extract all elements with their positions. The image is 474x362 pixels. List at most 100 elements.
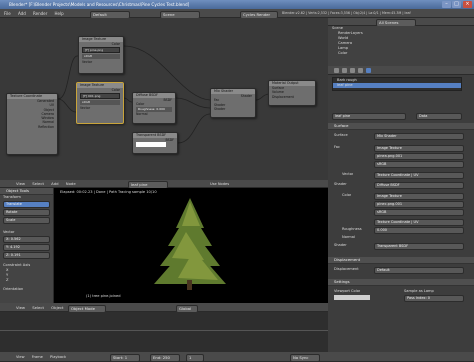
shader-2-select[interactable]: Transparent BSDF	[374, 243, 464, 250]
end-frame-field[interactable]: End: 250	[150, 354, 180, 362]
material-slot-item-selected[interactable]: leaf pine	[333, 83, 461, 88]
rotate-button[interactable]: Rotate	[3, 209, 50, 216]
menu-help[interactable]: Help	[55, 10, 64, 17]
pass-index-field[interactable]: Pass Index: 0	[404, 295, 464, 302]
vector-2-input-select[interactable]: Texture Coordinate | UV	[374, 219, 464, 226]
node-image-texture-2[interactable]: Image Texture Color [F] 001.png sRGB Vec…	[76, 82, 124, 124]
menu-select[interactable]: Select	[32, 180, 44, 188]
vector-y-field[interactable]: Y: 4.192	[3, 244, 50, 251]
menu-file[interactable]: File	[4, 10, 11, 17]
render-viewport[interactable]: Elapsed: 00:02.23 | Done | Path Tracing …	[54, 188, 328, 303]
constraint-z[interactable]: Z	[0, 278, 53, 283]
viewport-color-swatch[interactable]	[334, 295, 370, 300]
pine-tree-render	[154, 198, 226, 290]
info-header: File Add Render Help Default Scene Cycle…	[0, 9, 474, 19]
menu-view[interactable]: View	[16, 303, 25, 312]
current-frame-field[interactable]: 1	[186, 354, 204, 362]
image-file-field[interactable]: [F] pine.png	[82, 47, 120, 54]
outliner-header: All Scenes	[328, 18, 474, 27]
outliner-item-color[interactable]: Color	[328, 51, 474, 56]
displacement-panel-header[interactable]: Displacement	[328, 257, 474, 264]
node-input-shader-2: Shader	[214, 106, 226, 111]
vector-label: Vector	[342, 172, 354, 176]
sample-as-lamp-checkbox[interactable]: Sample as Lamp	[404, 289, 434, 294]
world-tab-icon[interactable]	[350, 68, 355, 73]
maximize-button[interactable]: □	[452, 1, 461, 8]
settings-panel-header[interactable]: Settings	[328, 279, 474, 286]
material-slot-list[interactable]: Bark rough leaf pine	[332, 77, 462, 91]
shader-1-select[interactable]: Diffuse BSDF	[374, 182, 464, 189]
scale-button[interactable]: Scale	[3, 217, 50, 224]
vector-input-select[interactable]: Texture Coordinate | UV	[374, 172, 464, 179]
close-button[interactable]: ×	[463, 1, 472, 8]
menu-playback[interactable]: Playback	[50, 352, 66, 362]
vector-x-field[interactable]: X: 0.562	[3, 236, 50, 243]
tc-out-reflection: Reflection	[38, 124, 54, 129]
stats-text: Blender-v2.62 | Verts:2,532 | Faces:3,55…	[282, 11, 412, 15]
node-texture-coordinate[interactable]: Texture Coordinate Generated UV Object C…	[6, 93, 58, 155]
menu-object[interactable]: Object	[51, 303, 63, 312]
node-editor-header: View Select Add Node leaf pine Use Nodes	[0, 180, 328, 189]
window-title: Blender* [F:\Blender Projects\Models and…	[0, 0, 474, 9]
material-link-select[interactable]: Data	[416, 113, 462, 120]
orientation-label: Orientation	[3, 287, 24, 291]
shader-label: Shader	[334, 182, 347, 186]
material-name-field[interactable]: leaf pine	[332, 113, 406, 120]
color-label: Color	[342, 193, 352, 197]
surface-shader-select[interactable]: Mix Shader	[374, 133, 464, 140]
node-input-normal: Normal	[136, 111, 148, 116]
color-image-file[interactable]: pinec.png.001	[374, 201, 464, 208]
outliner: Scene RenderLayers World Camera Lamp Col…	[328, 26, 474, 66]
output-socket[interactable]	[123, 46, 124, 49]
start-frame-field[interactable]: Start: 1	[110, 354, 140, 362]
viewport-header: View Select Object Object Mode Global	[0, 303, 328, 313]
displacement-select[interactable]: Default	[374, 267, 464, 274]
displacement-label: Displacement	[334, 267, 359, 271]
menu-add[interactable]: Add	[18, 10, 26, 17]
surface-panel-header[interactable]: Surface	[328, 123, 474, 130]
vector-z-field[interactable]: Z: 0.191	[3, 252, 50, 259]
material-tab-icon[interactable]	[366, 68, 371, 73]
node-diffuse-bsdf[interactable]: Diffuse BSDF BSDF Color Roughness: 0.000…	[132, 92, 176, 124]
shader-2-label: Shader	[334, 243, 347, 247]
timeline-area	[0, 312, 328, 352]
object-tab-icon[interactable]	[358, 68, 363, 73]
properties-tabs	[328, 66, 474, 75]
object-tools-header[interactable]: Object Tools	[0, 188, 53, 195]
color-swatch[interactable]	[136, 142, 166, 148]
menu-view[interactable]: View	[16, 352, 25, 362]
properties-editor: Bark rough leaf pine leaf pine Data Surf…	[328, 75, 474, 352]
fac-color-space[interactable]: sRGB	[374, 161, 464, 168]
menu-view[interactable]: View	[16, 180, 25, 188]
menu-render[interactable]: Render	[33, 10, 47, 17]
translate-button[interactable]: Translate	[3, 201, 50, 208]
menu-node[interactable]: Node	[66, 180, 76, 188]
use-nodes-checkbox[interactable]: Use Nodes	[210, 180, 229, 188]
timeline-header: View Frame Playback Start: 1 End: 250 1 …	[0, 352, 474, 362]
node-output-color: Color	[111, 42, 120, 46]
menu-frame[interactable]: Frame	[32, 352, 43, 362]
fac-input-select[interactable]: Image Texture	[374, 145, 464, 152]
node-input-vector: Vector	[80, 106, 91, 111]
menu-add[interactable]: Add	[51, 180, 58, 188]
minimize-button[interactable]: –	[442, 1, 451, 8]
node-transparent-bsdf[interactable]: Transparent BSDF BSDF	[132, 132, 178, 154]
node-editor[interactable]: Image Texture Color [F] pine.png sRGB Ve…	[0, 18, 328, 180]
timeline-menu: View Frame Playback	[16, 352, 72, 362]
image-file-field[interactable]: [F] 001.png	[80, 93, 120, 100]
color-space-select[interactable]: sRGB	[82, 54, 120, 60]
color-space-select[interactable]: sRGB	[80, 100, 120, 106]
fac-image-file[interactable]: pinea.png.001	[374, 153, 464, 160]
render-tab-icon[interactable]	[334, 68, 339, 73]
menu-select[interactable]: Select	[32, 303, 44, 312]
color-color-space[interactable]: sRGB	[374, 209, 464, 216]
node-material-output[interactable]: Material Output Surface Volume Displacem…	[268, 80, 316, 106]
viewport-menu: View Select Object	[16, 303, 70, 312]
node-image-texture-1[interactable]: Image Texture Color [F] pine.png sRGB Ve…	[78, 36, 124, 74]
roughness-field[interactable]: 0.000	[374, 227, 464, 234]
node-mix-shader[interactable]: Mix Shader Shader Fac Shader Shader	[210, 88, 256, 118]
sync-select[interactable]: No Sync	[290, 354, 320, 362]
scene-tab-icon[interactable]	[342, 68, 347, 73]
color-input-select[interactable]: Image Texture	[374, 193, 464, 200]
node-output-color: Color	[111, 88, 120, 92]
